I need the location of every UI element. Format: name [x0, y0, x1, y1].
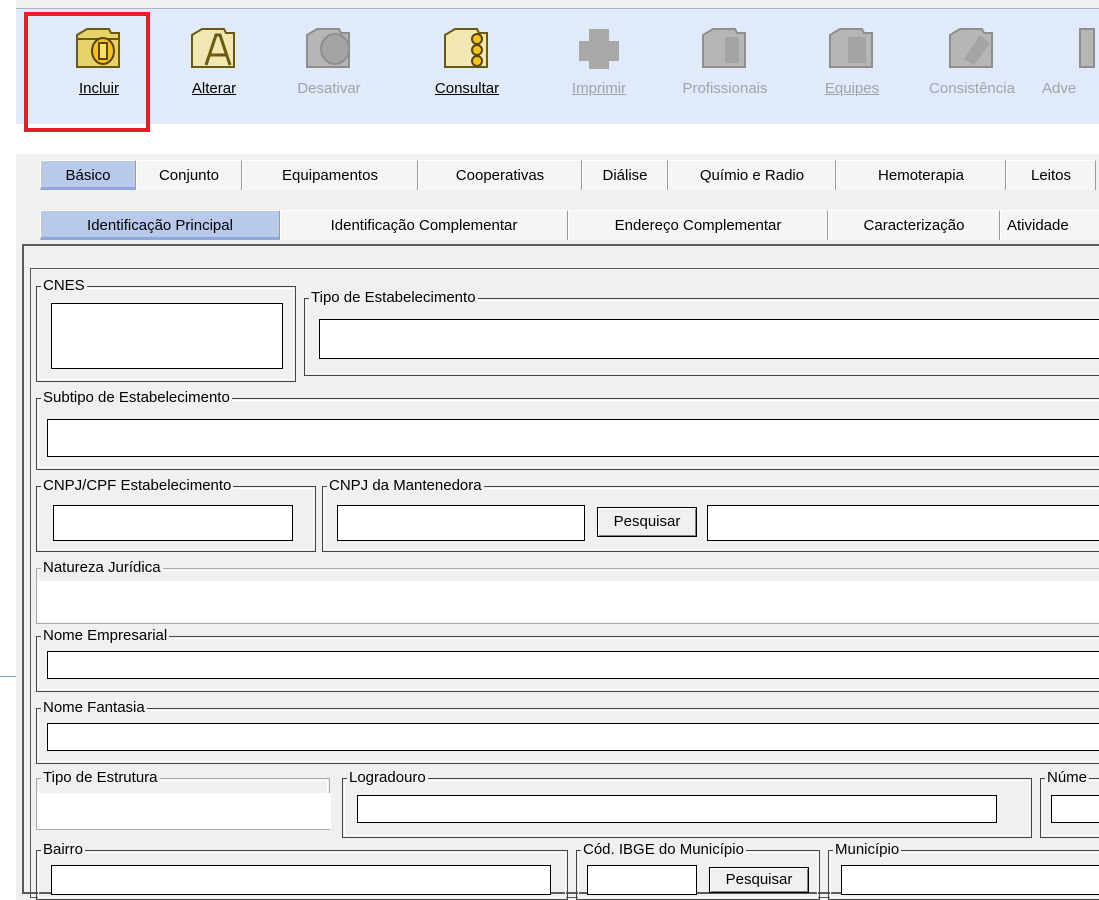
adve-label: Adve	[1042, 80, 1077, 97]
alterar-label: Alterar	[191, 80, 237, 97]
tab-hemoterapia[interactable]: Hemoterapia	[836, 160, 1006, 190]
mantenedora-name-input[interactable]	[707, 505, 1099, 541]
consultar-button[interactable]: Consultar	[422, 13, 512, 118]
nome-fantasia-input[interactable]	[47, 723, 1099, 751]
secondary-tabs: Identificação Principal Identificação Co…	[16, 210, 1099, 242]
imprimir-label: Imprimir	[571, 80, 627, 97]
tab-endereco-complementar[interactable]: Endereço Complementar	[568, 210, 828, 240]
tab-identificacao-complementar[interactable]: Identificação Complementar	[280, 210, 568, 240]
profissionais-icon	[702, 28, 746, 68]
cnpj-mantenedora-input[interactable]	[337, 505, 585, 541]
alterar-button[interactable]: Alterar	[174, 13, 254, 118]
toolbar: Incluir Alterar Desativar Consultar Impr…	[16, 8, 1099, 124]
numero-group: Núme	[1040, 769, 1099, 838]
tab-identificacao-principal[interactable]: Identificação Principal	[40, 210, 280, 240]
tab-equipamentos[interactable]: Equipamentos	[242, 160, 418, 190]
consistencia-button[interactable]: Consistência	[922, 13, 1022, 118]
profissionais-label: Profissionais	[682, 80, 768, 97]
consistencia-icon	[949, 28, 993, 68]
highlight-box	[24, 12, 150, 132]
bairro-group: Bairro	[36, 841, 568, 900]
bairro-label: Bairro	[41, 841, 86, 859]
cnpj-cpf-estabelecimento-group: CNPJ/CPF Estabelecimento	[36, 477, 316, 552]
tab-dialise[interactable]: Diálise	[582, 160, 668, 190]
consistencia-label: Consistência	[929, 80, 1015, 97]
municipio-input[interactable]	[841, 865, 1099, 895]
cod-ibge-group: Cód. IBGE do Município Pesquisar	[576, 841, 820, 900]
numero-input[interactable]	[1051, 795, 1099, 823]
nome-empresarial-label: Nome Empresarial	[41, 627, 170, 645]
cnes-input[interactable]	[51, 303, 283, 369]
municipio-group: Município	[828, 841, 1099, 900]
toolbar-separator	[16, 124, 1099, 154]
municipio-label: Município	[833, 841, 902, 859]
natureza-juridica-label: Natureza Jurídica	[41, 559, 163, 577]
cnpj-mantenedora-group: CNPJ da Mantenedora Pesquisar	[322, 477, 1099, 552]
tipo-estabelecimento-input[interactable]	[319, 319, 1099, 359]
tab-cooperativas[interactable]: Cooperativas	[418, 160, 582, 190]
subtipo-estabelecimento-group: Subtipo de Estabelecimento	[36, 389, 1099, 470]
tab-conjunto[interactable]: Conjunto	[136, 160, 242, 190]
equipes-label: Equipes	[824, 80, 880, 97]
consultar-icon	[444, 28, 488, 68]
tipo-estrutura-label: Tipo de Estrutura	[41, 769, 160, 787]
cod-ibge-search-button[interactable]: Pesquisar	[709, 867, 809, 893]
adve-icon	[1079, 28, 1095, 68]
alterar-icon	[191, 28, 235, 68]
bairro-input[interactable]	[51, 865, 551, 895]
tipo-estabelecimento-label: Tipo de Estabelecimento	[309, 289, 478, 307]
cod-ibge-input[interactable]	[587, 865, 697, 895]
establishment-window: Incluir Alterar Desativar Consultar Impr…	[16, 0, 1099, 900]
nome-fantasia-label: Nome Fantasia	[41, 699, 147, 717]
logradouro-label: Logradouro	[347, 769, 428, 787]
cnes-label: CNES	[41, 277, 87, 295]
nome-empresarial-input[interactable]	[47, 651, 1099, 679]
tab-atividade[interactable]: Atividade	[1000, 210, 1099, 240]
tab-caracterizacao[interactable]: Caracterização	[828, 210, 1000, 240]
tab-basico[interactable]: Básico	[40, 160, 136, 190]
desativar-icon	[306, 28, 350, 68]
subtipo-estabelecimento-input[interactable]	[47, 419, 1099, 457]
cnpj-mantenedora-search-button[interactable]: Pesquisar	[597, 507, 697, 537]
tipo-estrutura-group: Tipo de Estrutura	[36, 769, 331, 830]
tab-quimio-e-radio[interactable]: Químio e Radio	[668, 160, 836, 190]
desativar-label: Desativar	[297, 80, 361, 97]
tipo-estrutura-input[interactable]	[37, 793, 331, 829]
cnpj-cpf-estabelecimento-label: CNPJ/CPF Estabelecimento	[41, 477, 234, 495]
cnpj-mantenedora-label: CNPJ da Mantenedora	[327, 477, 484, 495]
printer-icon	[579, 29, 619, 69]
nome-empresarial-group: Nome Empresarial	[36, 627, 1099, 692]
adve-button[interactable]: Adve	[1028, 13, 1098, 118]
natureza-juridica-input[interactable]	[37, 581, 1099, 621]
nome-fantasia-group: Nome Fantasia	[36, 699, 1099, 764]
logradouro-group: Logradouro	[342, 769, 1032, 838]
cnes-group: CNES	[36, 277, 296, 382]
cod-ibge-label: Cód. IBGE do Município	[581, 841, 746, 859]
imprimir-button[interactable]: Imprimir	[564, 13, 634, 118]
equipes-icon	[829, 28, 873, 68]
natureza-juridica-group: Natureza Jurídica	[36, 559, 1099, 624]
numero-label: Núme	[1045, 769, 1090, 787]
tab-leitos[interactable]: Leitos	[1006, 160, 1096, 190]
cnpj-cpf-estabelecimento-input[interactable]	[53, 505, 293, 541]
desativar-button[interactable]: Desativar	[284, 13, 374, 118]
equipes-button[interactable]: Equipes	[812, 13, 892, 118]
consultar-label: Consultar	[434, 80, 500, 97]
subtipo-estabelecimento-label: Subtipo de Estabelecimento	[41, 389, 232, 407]
tipo-estabelecimento-group: Tipo de Estabelecimento	[304, 289, 1099, 376]
logradouro-input[interactable]	[357, 795, 997, 823]
primary-tabs: Básico Conjunto Equipamentos Cooperativa…	[16, 160, 1099, 192]
profissionais-button[interactable]: Profissionais	[670, 13, 780, 118]
